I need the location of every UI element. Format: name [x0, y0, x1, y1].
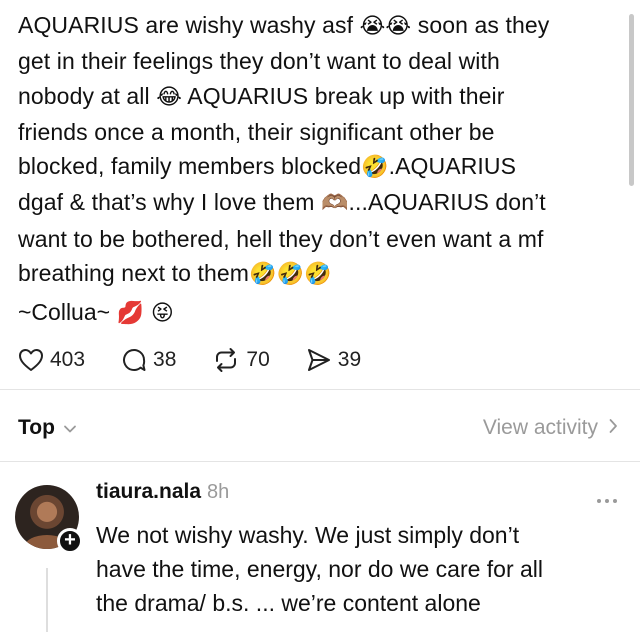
repost-icon [212, 347, 246, 373]
view-activity-link[interactable]: View activity [483, 416, 618, 440]
like-count: 403 [50, 348, 86, 371]
post-actions: 403 38 70 39 [18, 342, 397, 378]
laughing-emoji: 😂 [156, 84, 183, 110]
post-line: blocked, family members blocked🤣.AQUARIU… [18, 153, 517, 181]
more-dots-icon [596, 492, 618, 509]
comment-bubble-icon [121, 347, 153, 373]
post-line: get in their feelings they don’t want to… [18, 48, 500, 75]
scrollbar[interactable] [629, 14, 634, 186]
send-icon [306, 347, 338, 373]
reply-line: have the time, energy, nor do we care fo… [96, 556, 544, 582]
chevron-right-icon [598, 416, 618, 440]
post-text: AQUARIUS are wishy washy asf 😭😭 soon as … [18, 8, 622, 292]
post-line: nobody at all 😂 AQUARIUS break up with t… [18, 82, 505, 110]
post-signature: ~Collua~ 💋 😝 [18, 295, 174, 331]
reply-header: tiaura.nala 8h [96, 480, 229, 514]
like-button[interactable]: 403 [18, 348, 85, 372]
reply-button[interactable]: 38 [121, 347, 176, 373]
reply-count: 38 [153, 348, 177, 371]
repost-button[interactable]: 70 [212, 347, 270, 373]
more-options-button[interactable] [596, 492, 618, 510]
post-line: want to be bothered, hell they don’t eve… [18, 225, 544, 252]
heart-icon [18, 348, 50, 372]
view-activity-label: View activity [482, 416, 598, 439]
divider [0, 461, 640, 462]
post-line: dgaf & that’s why I love them 🫶🏽...AQUAR… [18, 189, 546, 217]
share-count: 39 [337, 348, 362, 371]
rofl-emoji: 🤣🤣🤣 [249, 262, 332, 288]
sort-dropdown[interactable]: Top [18, 416, 77, 440]
post-line: breathing next to them🤣🤣🤣 [18, 260, 332, 288]
thread-line [46, 568, 48, 632]
divider [0, 389, 640, 390]
crying-emoji: 😭😭 [359, 14, 412, 39]
reply-line: the drama/ b.s. ... we’re content alone [96, 590, 481, 616]
chevron-down-icon [55, 416, 77, 440]
post-line: AQUARIUS are wishy washy asf 😭😭 soon as … [18, 12, 550, 39]
replies-sort-bar: Top View activity [18, 408, 618, 448]
signature-emoji: 💋 😝 [116, 301, 174, 326]
reply-text: We not wishy washy. We just simply don’t… [96, 518, 616, 620]
heart-hands-emoji: 🫶🏽 [321, 191, 349, 217]
repost-count: 70 [246, 348, 270, 371]
share-button[interactable]: 39 [306, 347, 361, 373]
reply-username[interactable]: tiaura.nala [96, 480, 201, 504]
post-line: friends once a month, their significant … [18, 118, 495, 145]
signature-text: ~Collua~ [18, 299, 117, 325]
reply-timestamp: 8h [207, 481, 230, 503]
sort-label: Top [18, 416, 55, 439]
follow-plus-icon[interactable]: + [57, 528, 83, 554]
rofl-emoji: 🤣 [361, 155, 389, 181]
reply-line: We not wishy washy. We just simply don’t [96, 522, 520, 548]
